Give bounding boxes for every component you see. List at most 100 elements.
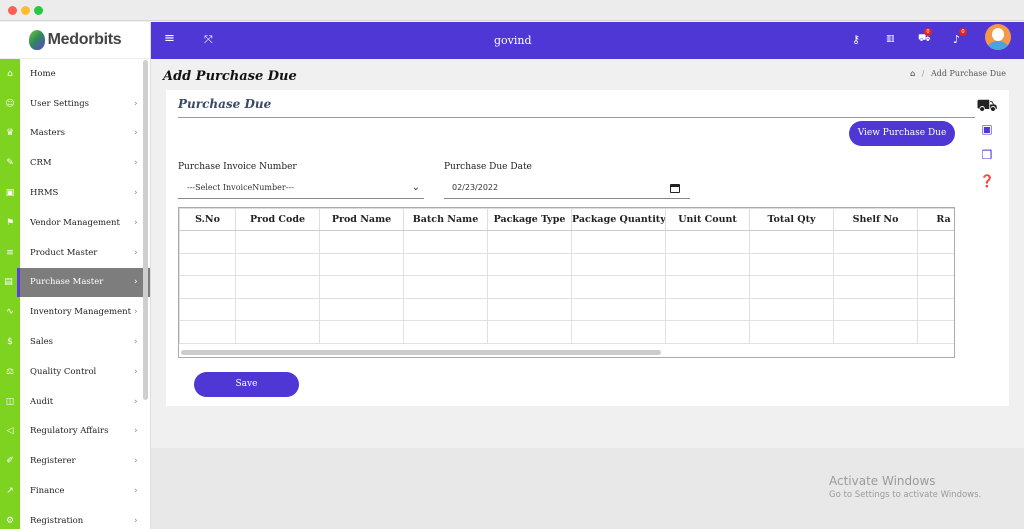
sidebar-item[interactable]: ⚑ Vendor Management › xyxy=(0,207,150,238)
table-cell[interactable] xyxy=(749,275,834,299)
sidebar-item[interactable]: ✐ Registerer › xyxy=(0,446,150,477)
table-cell[interactable] xyxy=(571,252,666,276)
sidebar-item-label: User Settings xyxy=(30,98,90,109)
sidebar-item-label: Masters xyxy=(30,128,66,139)
home-icon[interactable]: ⌂ xyxy=(910,69,915,78)
table-cell[interactable] xyxy=(487,275,572,299)
sidebar-item[interactable]: ⌂ Home xyxy=(0,59,150,89)
sidebar-item[interactable]: ◫ Audit › xyxy=(0,386,150,417)
table-cell[interactable] xyxy=(665,320,750,344)
table-cell[interactable] xyxy=(487,320,572,344)
table-cell[interactable] xyxy=(833,297,918,321)
table-cell[interactable] xyxy=(833,320,918,344)
table-cell[interactable] xyxy=(917,320,954,344)
table-cell[interactable] xyxy=(403,230,488,254)
table-cell[interactable] xyxy=(403,320,488,344)
invoice-number-select[interactable]: ---Select InvoiceNumber--- ⌄ xyxy=(178,179,424,199)
table-cell[interactable] xyxy=(487,252,572,276)
avatar[interactable] xyxy=(985,24,1011,50)
table-cell[interactable] xyxy=(749,230,834,254)
sidebar-item[interactable]: ▣ HRMS › xyxy=(0,178,150,208)
table-horizontal-scrollbar[interactable] xyxy=(181,350,661,355)
table-cell[interactable] xyxy=(235,297,320,321)
table-cell[interactable] xyxy=(749,252,834,276)
fullscreen-icon[interactable]: ⤧ xyxy=(204,33,213,47)
table-cell[interactable] xyxy=(917,230,954,254)
help-icon[interactable]: ❓ xyxy=(975,174,999,188)
table-cell[interactable] xyxy=(487,230,572,254)
save-button[interactable]: Save xyxy=(194,372,299,397)
maximize-window-dot[interactable] xyxy=(34,6,43,15)
sidebar-item[interactable]: ≡ Product Master › xyxy=(0,237,150,268)
table-cell[interactable] xyxy=(571,275,666,299)
sidebar-item-icon: ⚙ xyxy=(0,505,20,529)
translate-icon[interactable]: ▥ xyxy=(886,34,895,44)
table-cell[interactable] xyxy=(235,230,320,254)
table-cell[interactable] xyxy=(665,230,750,254)
table-cell[interactable] xyxy=(179,252,236,276)
due-date-input[interactable]: 02/23/2022 xyxy=(444,179,690,199)
column-header: Package Quantity xyxy=(571,208,666,231)
sidebar-item[interactable]: ⚖ Quality Control › xyxy=(0,356,150,387)
logo[interactable]: Medorbits xyxy=(0,22,150,59)
cart-icon[interactable]: ⛟ xyxy=(975,96,999,118)
key-icon[interactable]: ⚷ xyxy=(852,33,860,46)
table-cell[interactable] xyxy=(179,320,236,344)
table-cell[interactable] xyxy=(917,275,954,299)
activate-windows-subtitle: Go to Settings to activate Windows. xyxy=(829,490,982,500)
table-cell[interactable] xyxy=(403,297,488,321)
table-cell[interactable] xyxy=(319,275,404,299)
table-cell[interactable] xyxy=(665,275,750,299)
table-cell[interactable] xyxy=(235,252,320,276)
sidebar-item[interactable]: ∿ Inventory Management › xyxy=(0,297,150,328)
sidebar-item[interactable]: ✎ CRM › xyxy=(0,148,150,179)
sidebar-scrollbar[interactable] xyxy=(143,60,148,400)
table-cell[interactable] xyxy=(833,252,918,276)
sidebar-item[interactable]: ▤ Purchase Master › xyxy=(0,267,150,298)
breadcrumb-current: Add Purchase Due xyxy=(930,69,1006,78)
table-cell[interactable] xyxy=(403,275,488,299)
table-cell[interactable] xyxy=(917,297,954,321)
cart-icon[interactable]: ⛟ 0 xyxy=(918,28,932,46)
table-cell[interactable] xyxy=(571,297,666,321)
table-cell[interactable] xyxy=(833,275,918,299)
table-cell[interactable] xyxy=(917,252,954,276)
bell-icon[interactable]: ♪ 0 xyxy=(953,28,967,46)
table-cell[interactable] xyxy=(319,252,404,276)
table-cell[interactable] xyxy=(235,320,320,344)
calendar-icon[interactable] xyxy=(670,184,680,193)
table-cell[interactable] xyxy=(403,252,488,276)
table-cell[interactable] xyxy=(665,297,750,321)
view-purchase-due-button[interactable]: View Purchase Due xyxy=(849,121,955,146)
table-cell[interactable] xyxy=(571,320,666,344)
table-cell[interactable] xyxy=(487,297,572,321)
sidebar-item[interactable]: ☺ User Settings › xyxy=(0,88,150,119)
sidebar-item[interactable]: ♛ Masters › xyxy=(0,118,150,149)
hamburger-menu-icon[interactable]: ≡ xyxy=(164,31,175,46)
table-cell[interactable] xyxy=(319,297,404,321)
table-cell[interactable] xyxy=(571,230,666,254)
sidebar-item-icon: ☺ xyxy=(0,88,20,119)
table-cell[interactable] xyxy=(665,252,750,276)
sidebar-item[interactable]: $ Sales › xyxy=(0,327,150,357)
table-cell[interactable] xyxy=(749,297,834,321)
table-cell[interactable] xyxy=(833,230,918,254)
sidebar-item[interactable]: ◁ Regulatory Affairs › xyxy=(0,416,150,447)
close-window-dot[interactable] xyxy=(8,6,17,15)
column-header: Shelf No xyxy=(833,208,918,231)
cart-badge: 0 xyxy=(924,28,932,36)
table-cell[interactable] xyxy=(749,320,834,344)
table-cell[interactable] xyxy=(235,275,320,299)
table-cell[interactable] xyxy=(179,297,236,321)
table-cell[interactable] xyxy=(179,275,236,299)
minimize-window-dot[interactable] xyxy=(21,6,30,15)
book-icon[interactable]: ❒ xyxy=(975,148,999,162)
table-cell[interactable] xyxy=(319,230,404,254)
title-divider xyxy=(178,117,975,118)
table-cell[interactable] xyxy=(179,230,236,254)
sidebar-item[interactable]: ⚙ Registration › xyxy=(0,505,150,529)
table-cell[interactable] xyxy=(319,320,404,344)
sidebar-item[interactable]: ↗ Finance › xyxy=(0,476,150,506)
sidebar-item-label: Inventory Management xyxy=(30,307,132,318)
video-icon[interactable]: ▣ xyxy=(975,122,999,136)
